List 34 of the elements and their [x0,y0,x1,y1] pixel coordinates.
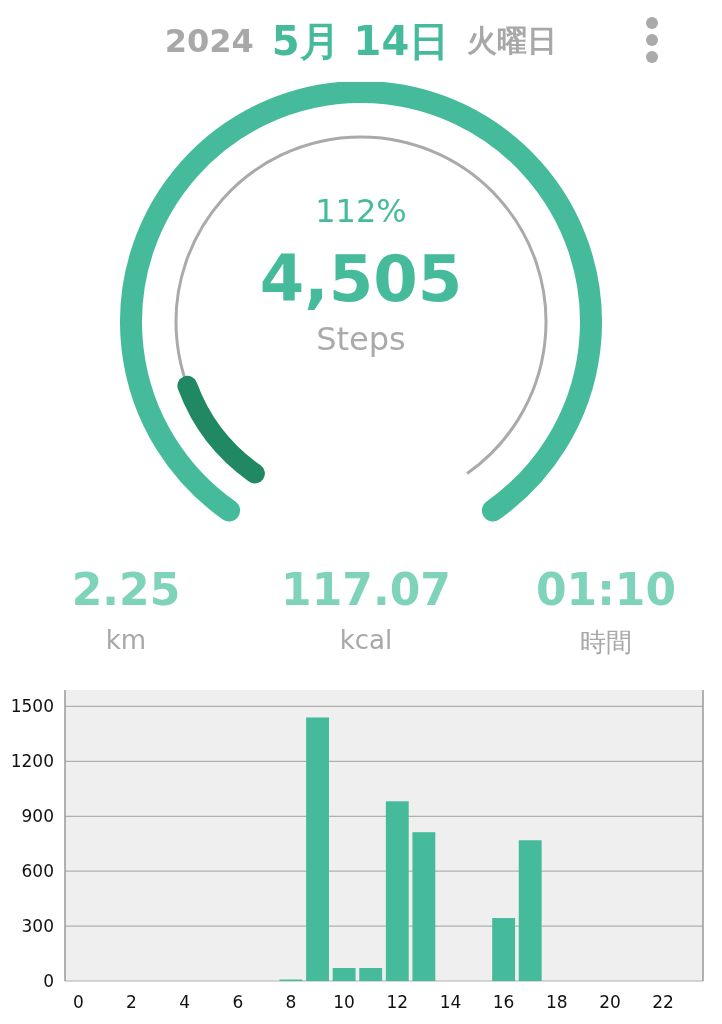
chart-bar [332,968,356,981]
x-tick-label: 6 [232,992,244,1012]
y-tick-label: 1200 [10,751,54,772]
stat-label: 時間 [580,626,632,659]
x-tick-label: 4 [179,992,191,1012]
y-tick-label: 900 [21,806,54,827]
stat-label: kcal [339,625,393,655]
weekday-text: 火曜日 [467,21,558,60]
stat-value: 2.25 [71,564,181,615]
y-tick-label: 1500 [10,696,54,717]
x-tick-label: 16 [492,992,515,1012]
percent-text: 112% [315,192,407,230]
x-tick-label: 22 [652,992,674,1012]
chart-bar [492,918,516,981]
more-menu-icon[interactable] [645,16,659,64]
y-tick-label: 0 [43,971,54,991]
stat-value: 01:10 [535,564,677,615]
year-text: 2024 [164,22,254,60]
x-tick-label: 18 [545,992,568,1012]
stat-value: 117.07 [281,564,451,615]
steps-label: Steps [316,320,406,359]
steps-count: 4,505 [259,244,463,315]
x-tick-label: 2 [126,992,137,1012]
x-tick-label: 14 [439,992,462,1012]
x-tick-label: 20 [599,992,621,1012]
chart-bar [359,968,383,981]
y-tick-label: 300 [21,916,54,937]
y-tick-label: 600 [21,861,54,882]
x-tick-label: 8 [285,992,297,1012]
x-tick-label: 10 [333,992,355,1012]
stat-label: km [105,625,147,655]
x-tick-label: 12 [386,992,409,1012]
x-tick-label: 0 [72,992,84,1012]
date-text: 5月 14日 [271,16,450,66]
